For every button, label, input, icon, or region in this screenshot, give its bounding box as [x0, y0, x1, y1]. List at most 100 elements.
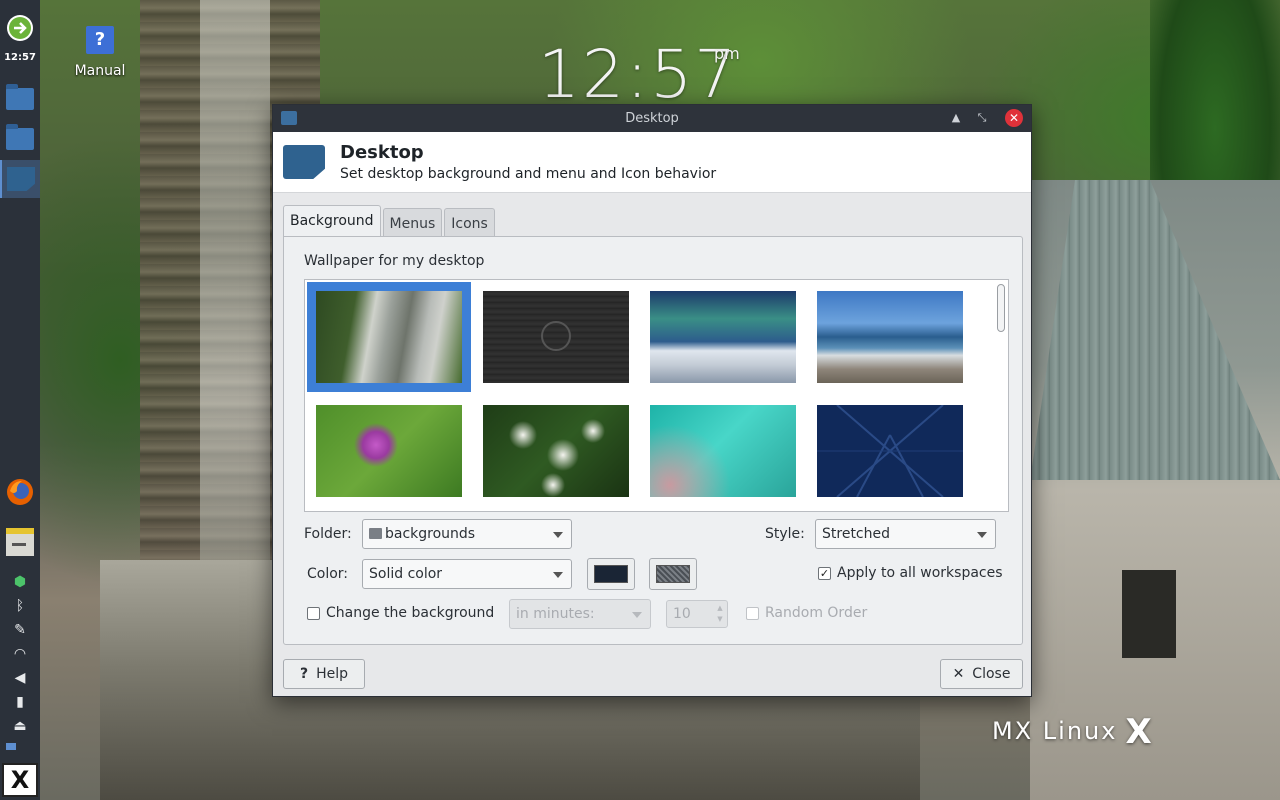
- desktop-settings-window: Desktop ▲ ⤡ ✕ Desktop Set desktop backgr…: [272, 104, 1032, 697]
- workspace-switcher[interactable]: [0, 740, 40, 752]
- interval-number: 10: [673, 606, 691, 622]
- folder-icon: [369, 528, 382, 539]
- interval-unit-value: in minutes:: [516, 606, 595, 622]
- window-titlebar[interactable]: Desktop ▲ ⤡ ✕: [273, 105, 1031, 132]
- desktop-clock: 12:57: [538, 36, 739, 113]
- panel-task-folder-1[interactable]: [0, 84, 40, 114]
- folder-label: Folder:: [304, 526, 352, 542]
- aurora-mountain-image: [650, 291, 796, 383]
- window-shade-button[interactable]: ▲: [947, 109, 965, 127]
- workspace-indicator: [6, 742, 16, 750]
- interval-unit-dropdown[interactable]: in minutes:: [509, 599, 651, 629]
- package-icon[interactable]: ⬢: [0, 572, 40, 592]
- tab-bar: Background Menus Icons: [283, 205, 497, 238]
- color-mode-dropdown-value: Solid color: [369, 566, 443, 582]
- wallpaper-thumb-waterfall-mill[interactable]: [307, 282, 471, 392]
- apply-all-workspaces-label: Apply to all workspaces: [837, 565, 1003, 581]
- style-label: Style:: [765, 526, 805, 542]
- checkbox-empty-icon: [746, 606, 759, 620]
- mx-linux-watermark-text: MX Linux: [992, 717, 1118, 745]
- panel-launcher-button[interactable]: [0, 12, 40, 44]
- apply-all-workspaces-checkbox[interactable]: ✓ Apply to all workspaces: [818, 565, 1003, 581]
- wallpaper-thumb-dark-mx-logo[interactable]: [483, 291, 629, 383]
- left-panel: 12:57 ⬢ ᛒ ✎ ◠ ◀ ▮ ⏏ X: [0, 0, 40, 800]
- spin-arrows-icon[interactable]: ▲ ▼: [715, 603, 725, 625]
- dew-dandelion-image: [650, 405, 796, 497]
- panel-file-manager[interactable]: [0, 526, 40, 558]
- folder-dropdown-value: backgrounds: [385, 526, 476, 542]
- folder-icon: [6, 124, 34, 150]
- wifi-icon[interactable]: ◠: [0, 644, 40, 664]
- files-icon: [6, 528, 34, 556]
- close-button-label: Close: [972, 666, 1011, 682]
- help-icon: ?: [299, 666, 309, 682]
- wallpaper-thumb-coast-beach[interactable]: [817, 291, 963, 383]
- wallpaper-section-label: Wallpaper for my desktop: [304, 253, 485, 269]
- chevron-down-icon: [553, 532, 563, 538]
- dialog-title: Desktop: [340, 142, 424, 163]
- chevron-down-icon: [553, 572, 563, 578]
- change-background-label: Change the background: [326, 605, 495, 621]
- wallpaper-thumb-blue-mx-pattern[interactable]: [817, 405, 963, 497]
- dialog-header: Desktop Set desktop background and menu …: [273, 132, 1031, 193]
- dark-mx-logo-image: [483, 291, 629, 383]
- wallpaper-thumb-white-flowers[interactable]: [483, 405, 629, 497]
- bluetooth-icon[interactable]: ᛒ: [0, 596, 40, 616]
- eject-icon[interactable]: ⏏: [0, 716, 40, 736]
- firefox-icon: [7, 479, 33, 505]
- panel-clock: 12:57: [4, 52, 36, 63]
- wallpaper-thumb-dew-dandelion[interactable]: [650, 405, 796, 497]
- color-mode-dropdown[interactable]: Solid color: [362, 559, 572, 589]
- window-restore-button[interactable]: ⤡: [973, 109, 991, 127]
- usb-icon[interactable]: ▮: [0, 692, 40, 712]
- change-background-checkbox[interactable]: Change the background: [307, 605, 494, 621]
- help-button[interactable]: ? Help: [283, 659, 365, 689]
- primary-color-button[interactable]: [587, 558, 635, 590]
- panel-task-folder-2[interactable]: [0, 124, 40, 154]
- folder-icon: [6, 84, 34, 110]
- dialog-subtitle: Set desktop background and menu and Icon…: [340, 166, 717, 182]
- desktop-settings-icon: [283, 145, 325, 179]
- background-tab-panel: Wallpaper for my desktop Folder: backgro…: [283, 236, 1023, 645]
- desktop-icon-manual[interactable]: ? Manual: [68, 26, 132, 79]
- checkbox-empty-icon: [307, 606, 320, 620]
- panel-firefox[interactable]: [0, 476, 40, 508]
- chevron-down-icon: [977, 532, 987, 538]
- gallery-scroll-thumb[interactable]: [997, 284, 1005, 332]
- manual-icon: ?: [86, 26, 114, 54]
- clipboard-icon[interactable]: ✎: [0, 620, 40, 640]
- tab-menus[interactable]: Menus: [382, 208, 443, 238]
- start-menu-button[interactable]: X: [2, 763, 38, 797]
- wallpaper-building-window: [1122, 570, 1176, 658]
- random-order-label: Random Order: [765, 605, 868, 621]
- close-icon: ✕: [952, 666, 965, 682]
- window-close-button[interactable]: ✕: [1005, 109, 1023, 127]
- waterfall-mill-image: [316, 291, 462, 383]
- blue-mx-pattern-image: [817, 405, 963, 497]
- volume-icon[interactable]: ◀: [0, 668, 40, 688]
- bee-thistle-image: [316, 405, 462, 497]
- secondary-color-swatch: [656, 565, 690, 583]
- mx-linux-watermark: MX Linux X: [992, 712, 1154, 752]
- interval-spinbox[interactable]: 10 ▲ ▼: [666, 600, 728, 628]
- folder-dropdown[interactable]: backgrounds: [362, 519, 572, 549]
- gallery-scrollbar[interactable]: [996, 282, 1006, 510]
- desktop-icon-label: Manual: [74, 63, 126, 79]
- panel-task-desktop-settings[interactable]: [0, 160, 40, 198]
- primary-color-swatch: [594, 565, 628, 583]
- tab-background[interactable]: Background: [283, 205, 381, 238]
- window-title: Desktop: [625, 111, 679, 126]
- arrow-circle-icon: [7, 15, 33, 41]
- wallpaper-thumb-bee-thistle[interactable]: [316, 405, 462, 497]
- help-button-label: Help: [316, 666, 349, 682]
- style-dropdown-value: Stretched: [822, 526, 890, 542]
- desktop-clock-ampm: pm: [714, 44, 740, 63]
- secondary-color-button[interactable]: [649, 558, 697, 590]
- tab-icons[interactable]: Icons: [444, 208, 495, 238]
- random-order-checkbox[interactable]: Random Order: [746, 605, 867, 621]
- wallpaper-thumb-aurora-mountain[interactable]: [650, 291, 796, 383]
- wallpaper-waterfall: [200, 0, 270, 560]
- close-button[interactable]: ✕ Close: [940, 659, 1023, 689]
- desktop-settings-icon: [7, 167, 35, 191]
- style-dropdown[interactable]: Stretched: [815, 519, 996, 549]
